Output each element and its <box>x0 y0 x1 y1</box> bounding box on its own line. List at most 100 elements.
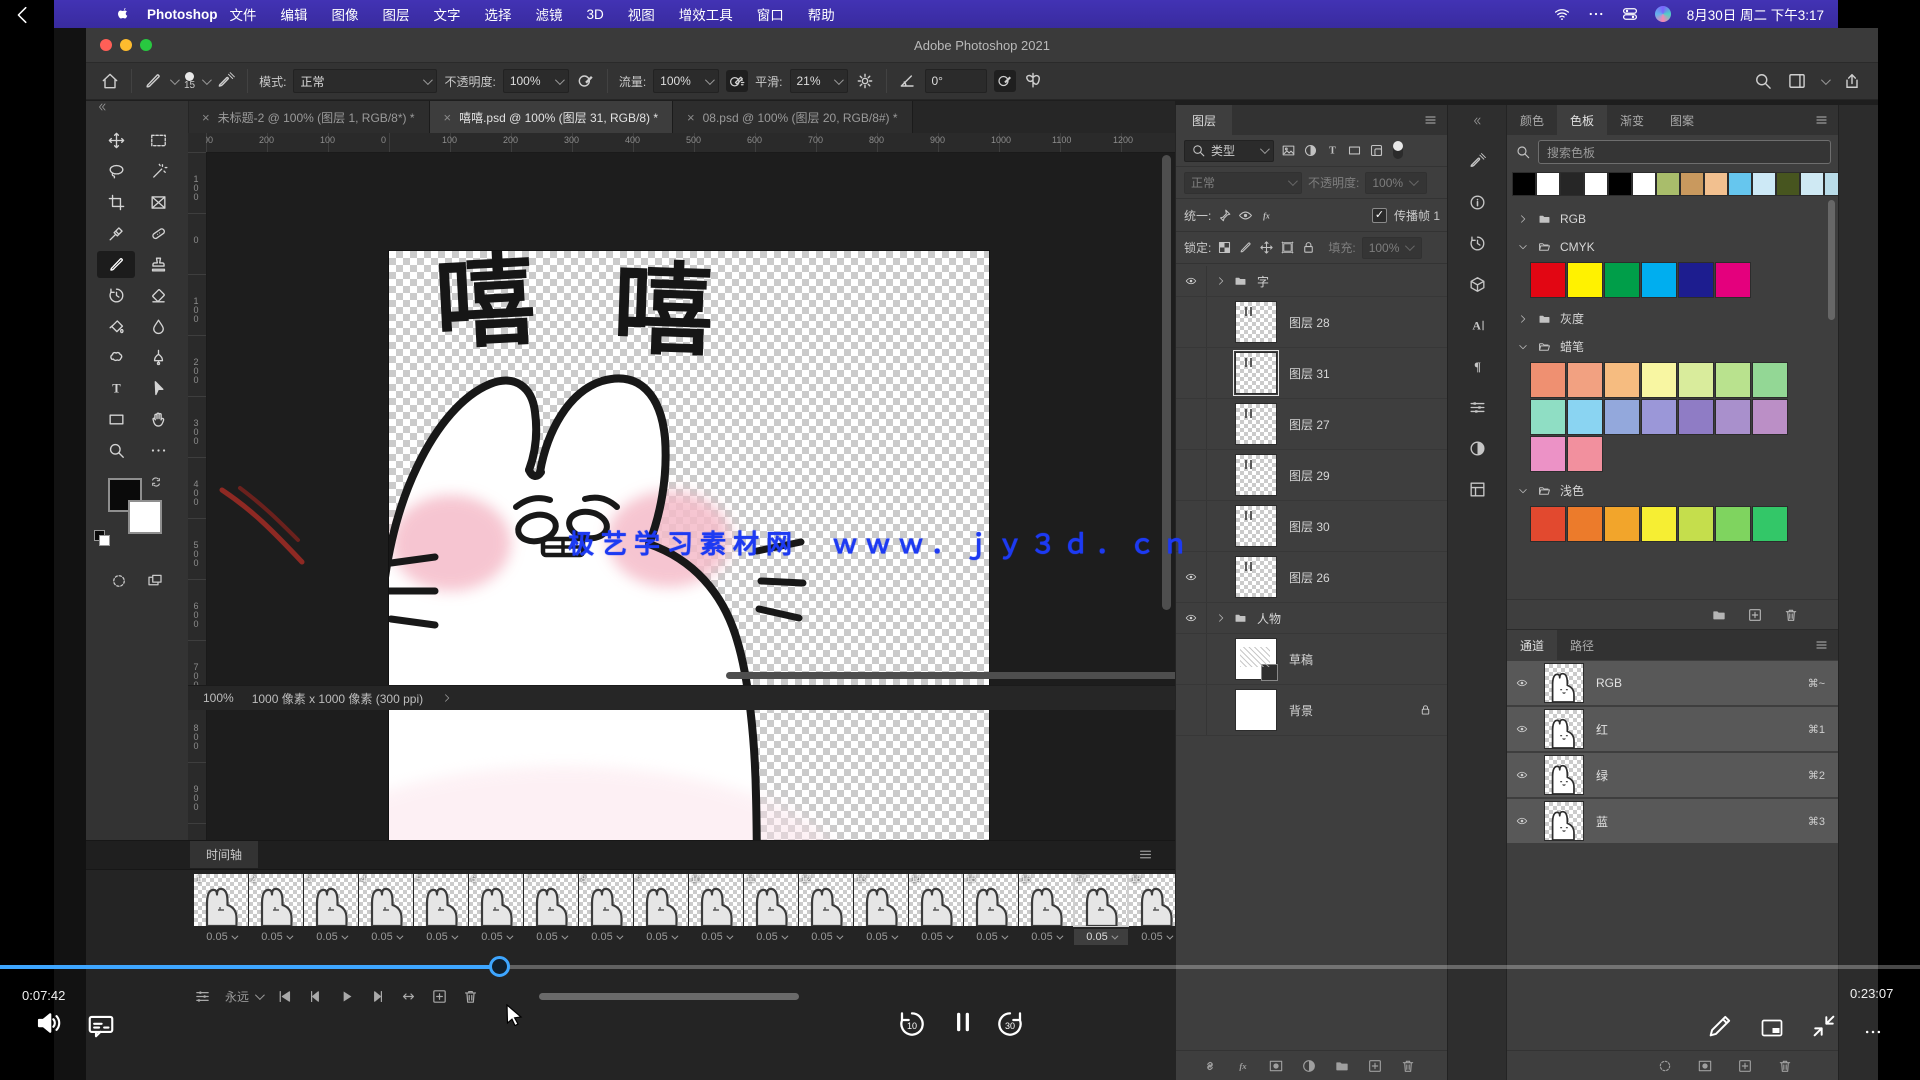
channel-row[interactable]: RGB ⌘~ <box>1507 661 1839 705</box>
menubar-item[interactable]: 选择 <box>473 4 524 24</box>
layer-row[interactable]: 图层 26 <box>1176 552 1448 603</box>
menubar-item[interactable]: 编辑 <box>269 4 320 24</box>
visibility-toggle[interactable] <box>1176 348 1207 398</box>
layer-row[interactable]: 背景 <box>1176 685 1448 736</box>
tab-timeline[interactable]: 时间轴 <box>190 841 258 868</box>
timeline-frame[interactable]: 7 0.05 <box>524 874 578 970</box>
dock-collapse-icon[interactable] <box>1469 115 1485 127</box>
tool-preset-brush-icon[interactable] <box>143 71 163 91</box>
delete-swatch-icon[interactable] <box>1783 607 1799 623</box>
swatch[interactable] <box>1609 173 1631 195</box>
frame-delay[interactable]: 0.05 <box>524 929 578 945</box>
swatch[interactable] <box>1679 363 1713 397</box>
frame-delay[interactable]: 0.05 <box>744 929 798 945</box>
swatch-group-light[interactable]: 浅色 <box>1507 477 1839 504</box>
swatch[interactable] <box>1537 173 1559 195</box>
history-icon[interactable] <box>1468 234 1487 253</box>
tab-layers[interactable]: 图层 <box>1176 105 1232 135</box>
zoom-tool[interactable] <box>97 437 135 464</box>
blur-tool[interactable] <box>139 313 177 340</box>
swatch[interactable] <box>1531 437 1565 471</box>
layer-row[interactable]: 图层 27 <box>1176 399 1448 450</box>
swatch[interactable] <box>1568 400 1602 434</box>
document-tab[interactable]: × 08.psd @ 100% (图层 20, RGB/8#) * <box>673 101 913 133</box>
menubar-item[interactable]: 增效工具 <box>667 4 745 24</box>
filter-adjust-icon[interactable] <box>1303 143 1318 158</box>
menubar-item[interactable]: 窗口 <box>745 4 796 24</box>
adjustment-layer-icon[interactable] <box>1301 1058 1317 1074</box>
eyedropper-tool[interactable] <box>97 220 135 247</box>
frame-delay[interactable]: 0.05 <box>359 929 413 945</box>
swatch[interactable] <box>1729 173 1751 195</box>
visibility-toggle[interactable] <box>1176 450 1207 500</box>
visibility-toggle[interactable] <box>1176 399 1207 449</box>
swatches-menu-icon[interactable] <box>1814 114 1829 126</box>
filter-shape-icon[interactable] <box>1347 143 1362 158</box>
next-frame-button[interactable] <box>369 988 386 1005</box>
menubar-more-icon[interactable] <box>1587 5 1605 23</box>
save-selection-icon[interactable] <box>1697 1058 1713 1074</box>
wifi-icon[interactable] <box>1553 5 1571 23</box>
close-tab-icon[interactable]: × <box>444 110 452 125</box>
swatch[interactable] <box>1777 173 1799 195</box>
rewind-10-button[interactable]: 10 <box>896 1008 928 1040</box>
swatch[interactable] <box>1642 507 1676 541</box>
apple-menu-icon[interactable] <box>114 6 131 23</box>
swatch[interactable] <box>1531 363 1565 397</box>
timeline-frame[interactable]: 14 0.05 <box>909 874 963 970</box>
healing-brush-tool[interactable] <box>139 220 177 247</box>
swatch[interactable] <box>1801 173 1823 195</box>
frame-delay[interactable]: 0.05 <box>799 929 853 945</box>
lasso-tool[interactable] <box>97 158 135 185</box>
propagate-checkbox[interactable]: ✓ <box>1372 208 1387 223</box>
info-icon[interactable] <box>1468 193 1487 212</box>
search-icon[interactable] <box>1753 71 1773 91</box>
layer-thumbnail[interactable] <box>1236 506 1276 546</box>
play-button[interactable] <box>338 988 355 1005</box>
subtitle-icon[interactable] <box>86 1010 116 1040</box>
timeline-frame[interactable]: 5 0.05 <box>414 874 468 970</box>
visibility-toggle[interactable] <box>1176 297 1207 347</box>
delete-layer-icon[interactable] <box>1400 1058 1416 1074</box>
swatch-group-gray[interactable]: 灰度 <box>1507 305 1839 332</box>
vertical-scrollbar[interactable] <box>1162 155 1172 815</box>
pressure-size-icon[interactable] <box>994 70 1016 92</box>
lock-pixels-icon[interactable] <box>1238 240 1253 255</box>
pen-tool[interactable] <box>139 344 177 371</box>
swatch[interactable] <box>1531 263 1565 297</box>
timeline-menu-icon[interactable] <box>1138 848 1153 861</box>
timeline-frame[interactable]: 15 0.05 <box>964 874 1018 970</box>
frame-delay[interactable]: 0.05 <box>469 929 523 945</box>
swatch[interactable] <box>1605 263 1639 297</box>
angle-field[interactable]: 0° <box>925 69 987 93</box>
swatch[interactable] <box>1568 507 1602 541</box>
frame-delay[interactable]: 0.05 <box>689 929 743 945</box>
layer-style-icon[interactable]: fx <box>1235 1058 1251 1074</box>
timeline-frame[interactable]: 11 0.05 <box>744 874 798 970</box>
smooth-select[interactable]: 21% <box>790 69 848 93</box>
unify-visibility-icon[interactable] <box>1238 208 1253 223</box>
layer-row[interactable]: 字 <box>1176 266 1448 297</box>
libraries-icon[interactable] <box>1468 480 1487 499</box>
forward-30-button[interactable]: 30 <box>994 1008 1026 1040</box>
video-progress-bar[interactable] <box>0 965 1920 969</box>
lock-transparent-icon[interactable] <box>1217 240 1232 255</box>
frame-delay[interactable]: 0.05 <box>854 929 908 945</box>
swatches-dock-tab[interactable]: 渐变 <box>1607 105 1657 135</box>
menubar-item[interactable]: 滤镜 <box>524 4 575 24</box>
path-select-tool[interactable] <box>139 375 177 402</box>
swatches-dock-tab[interactable]: 色板 <box>1557 105 1607 135</box>
status-chevron-icon[interactable] <box>441 692 453 704</box>
loop-select[interactable]: 永远 <box>225 988 262 1005</box>
blend-mode-select[interactable]: 正常 <box>1184 172 1302 194</box>
layer-thumbnail[interactable] <box>1236 557 1276 597</box>
swatch[interactable] <box>1716 263 1750 297</box>
close-tab-icon[interactable]: × <box>687 110 695 125</box>
layer-opacity-select[interactable]: 100% <box>1365 172 1427 194</box>
swatches-dock-tab[interactable]: 颜色 <box>1507 105 1557 135</box>
quick-mask-icon[interactable] <box>108 572 130 590</box>
timeline-frame[interactable]: 3 0.05 <box>304 874 358 970</box>
workspace-icon[interactable] <box>1787 71 1807 91</box>
type-tool[interactable]: T <box>97 375 135 402</box>
menubar-item[interactable]: 视图 <box>616 4 667 24</box>
